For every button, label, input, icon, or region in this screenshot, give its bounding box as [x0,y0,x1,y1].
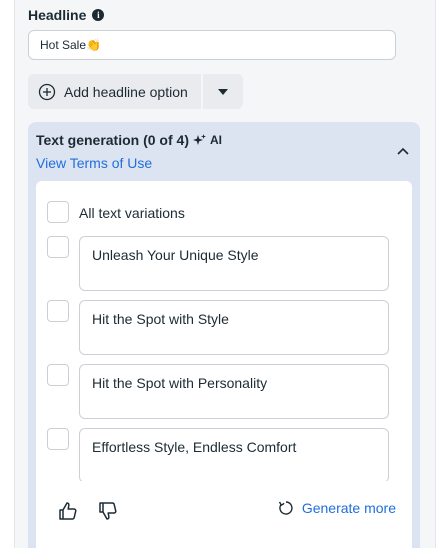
info-icon[interactable]: i [92,9,105,21]
ai-label: AI [209,133,222,147]
caret-down-icon [218,88,228,95]
add-headline-option-button[interactable]: Add headline option [28,74,201,109]
plus-circle-icon [38,83,56,100]
variation-3-checkbox[interactable] [47,364,69,386]
generate-more-label: Generate more [301,500,396,516]
variation-2-checkbox[interactable] [47,300,69,322]
collapse-button[interactable] [394,142,412,160]
text-generation-header: Text generation (0 of 4) AI [36,132,222,148]
headline-section-title: Headline i [28,7,105,23]
variation-1-text[interactable]: Unleash Your Unique Style [79,236,389,291]
all-variations-label: All text variations [79,205,185,221]
headline-label: Headline [28,7,87,23]
all-variations-checkbox[interactable] [47,201,69,223]
text-generation-title: Text generation (0 of 4) [36,132,189,148]
variations-card: All text variations Unleash Your Unique … [36,181,412,548]
view-terms-link[interactable]: View Terms of Use [36,155,152,171]
variations-footer: Generate more [36,481,412,548]
generate-more-button[interactable]: Generate more [278,500,396,516]
chevron-up-icon [397,147,409,155]
sparkle-icon [192,133,206,145]
headline-input[interactable]: Hot Sale👏 [28,30,396,60]
thumbs-down-icon[interactable] [98,501,118,521]
headline-input-value: Hot Sale👏 [40,38,101,52]
refresh-icon [278,501,293,515]
variation-4-checkbox[interactable] [47,428,69,450]
variation-2-text[interactable]: Hit the Spot with Style [79,300,389,355]
variation-4-text[interactable]: Effortless Style, Endless Comfort [79,428,389,483]
headline-options-dropdown[interactable] [203,74,243,109]
variation-3-text[interactable]: Hit the Spot with Personality [79,364,389,419]
add-headline-option-label: Add headline option [64,83,188,100]
variation-1-checkbox[interactable] [47,236,69,258]
thumbs-up-icon[interactable] [58,501,78,521]
text-generation-section: Text generation (0 of 4) AI View Terms o… [28,122,420,548]
